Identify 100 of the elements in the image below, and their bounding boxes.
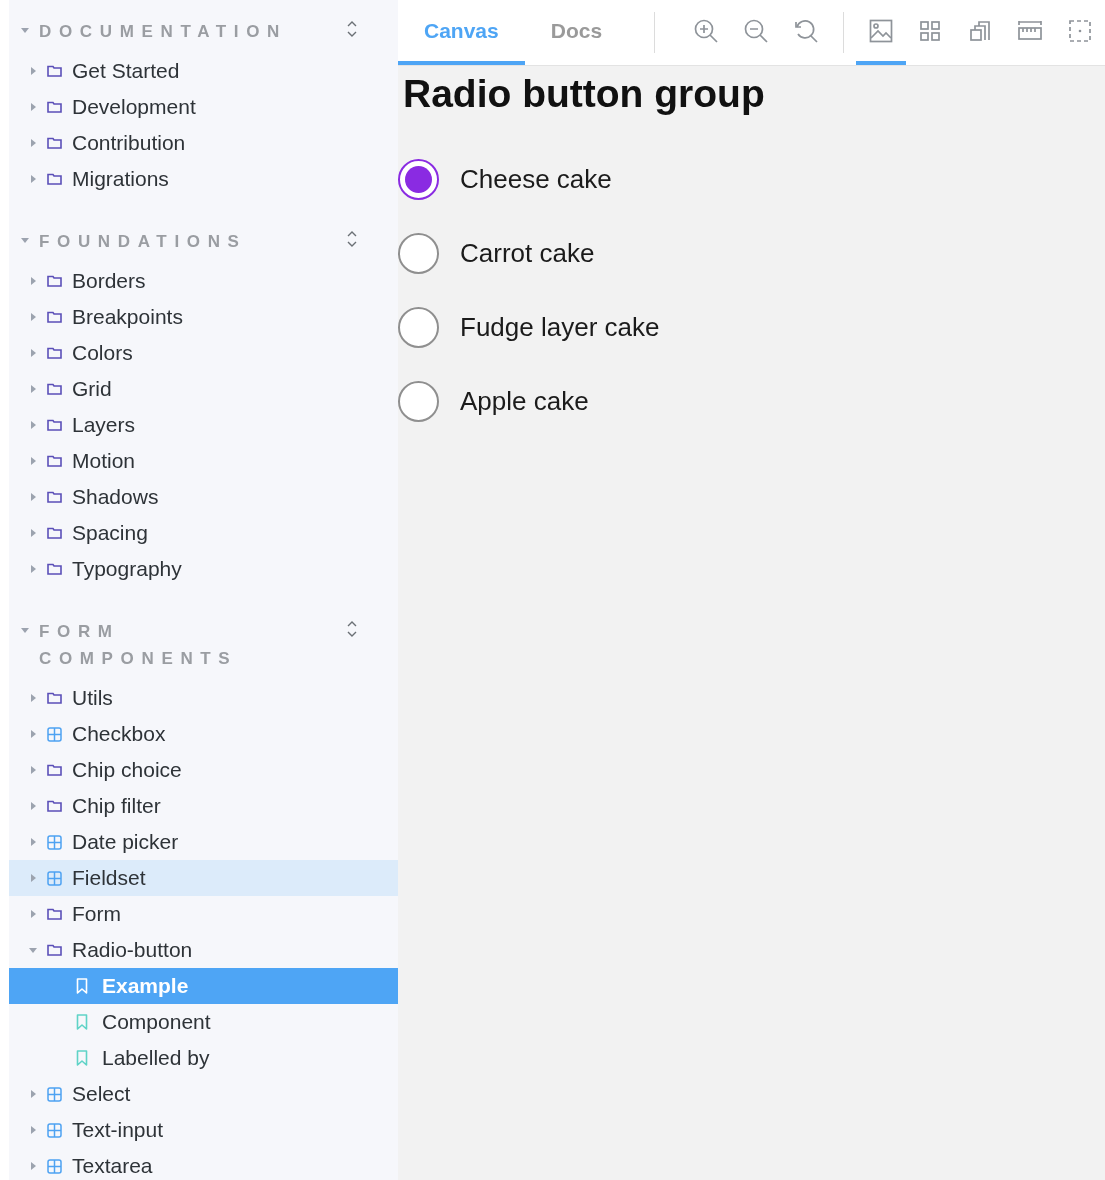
- image-icon: [868, 18, 893, 43]
- caret-right-icon: [29, 421, 37, 429]
- tree-item-label: Date picker: [72, 829, 179, 856]
- caret-down-icon: [21, 236, 29, 244]
- tree-item-label: Chip choice: [72, 757, 182, 784]
- folder-icon: [47, 419, 62, 431]
- tree-item-label: Motion: [72, 448, 136, 475]
- tree-item-label: Colors: [72, 340, 133, 367]
- folder-icon: [47, 527, 62, 539]
- caret-right-icon: [29, 838, 37, 846]
- tree-item[interactable]: Migrations: [9, 161, 398, 197]
- caret-right-icon: [29, 457, 37, 465]
- caret-down-icon: [29, 946, 37, 954]
- caret-right-icon: [29, 493, 37, 501]
- tree-item-label: Migrations: [72, 166, 169, 193]
- caret-right-icon: [29, 349, 37, 357]
- tree-item-label: Layers: [72, 412, 136, 439]
- tree-item[interactable]: Textarea: [9, 1148, 398, 1180]
- tree-item[interactable]: Checkbox: [9, 716, 398, 752]
- radio-button[interactable]: [398, 381, 439, 422]
- caret-right-icon: [29, 1090, 37, 1098]
- grid-icon: [47, 1158, 62, 1174]
- folder-icon: [47, 347, 62, 359]
- story-label: Component: [102, 1009, 211, 1036]
- radio-button[interactable]: [398, 159, 439, 200]
- caret-right-icon: [29, 139, 37, 147]
- caret-right-icon: [29, 766, 37, 774]
- caret-right-icon: [29, 277, 37, 285]
- viewport-icon: [1068, 18, 1093, 43]
- folder-icon: [47, 908, 62, 920]
- tree-item[interactable]: Chip choice: [9, 752, 398, 788]
- tree-item[interactable]: Shadows: [9, 479, 398, 515]
- caret-right-icon: [29, 385, 37, 393]
- caret-right-icon: [29, 67, 37, 75]
- tree-item[interactable]: Spacing: [9, 515, 398, 551]
- caret-down-icon: [21, 26, 29, 34]
- folder-icon: [47, 383, 62, 395]
- expand-collapse-icon[interactable]: [346, 20, 358, 38]
- tree-item-label: Chip filter: [72, 793, 161, 820]
- tree-item[interactable]: Get Started: [9, 53, 398, 89]
- tree-item-label: Typography: [72, 556, 182, 583]
- tree-item[interactable]: Typography: [9, 551, 398, 587]
- tree-item[interactable]: Layers: [9, 407, 398, 443]
- folder-icon: [47, 65, 62, 77]
- folder-icon: [47, 800, 62, 812]
- grid-icon: [919, 19, 942, 42]
- tree-item-label: Radio-button: [72, 937, 193, 964]
- tree-item[interactable]: Development: [9, 89, 398, 125]
- ruler-icon: [1017, 19, 1044, 42]
- folder-icon: [47, 173, 62, 185]
- tree-item[interactable]: Utils: [9, 680, 398, 716]
- tree-item-label: Development: [72, 94, 196, 121]
- tree-item[interactable]: Grid: [9, 371, 398, 407]
- tree-item[interactable]: Chip filter: [9, 788, 398, 824]
- folder-icon: [47, 275, 62, 287]
- zoom-out-icon: [742, 17, 769, 44]
- tree-item[interactable]: Select: [9, 1076, 398, 1112]
- story-item[interactable]: Component: [9, 1004, 398, 1040]
- caret-right-icon: [29, 103, 37, 111]
- expand-collapse-icon[interactable]: [346, 230, 358, 248]
- caret-right-icon: [29, 874, 37, 882]
- radio-button[interactable]: [398, 307, 439, 348]
- caret-right-icon: [29, 175, 37, 183]
- zoom-in-icon: [693, 17, 719, 44]
- radio-label: Carrot cake: [460, 237, 595, 270]
- caret-right-icon: [29, 1162, 37, 1170]
- tree-item[interactable]: Borders: [9, 263, 398, 299]
- caret-right-icon: [29, 730, 37, 738]
- tree-item[interactable]: Breakpoints: [9, 299, 398, 335]
- bookmark-icon: [76, 1014, 88, 1030]
- tree-item-label: Grid: [72, 376, 112, 403]
- folder-icon: [47, 491, 62, 503]
- tree-item[interactable]: Motion: [9, 443, 398, 479]
- folder-icon: [47, 137, 62, 149]
- caret-right-icon: [29, 529, 37, 537]
- caret-down-icon: [21, 626, 29, 634]
- reset-zoom-icon: [792, 17, 819, 44]
- tree-item[interactable]: Text-input: [9, 1112, 398, 1148]
- outline-icon: [969, 19, 992, 42]
- radio-label: Apple cake: [460, 385, 589, 418]
- grid-icon: [47, 834, 62, 850]
- caret-right-icon: [29, 313, 37, 321]
- folder-icon: [47, 101, 62, 113]
- grid-icon: [47, 726, 62, 742]
- tree-item[interactable]: Fieldset: [9, 860, 398, 896]
- tree-item[interactable]: Colors: [9, 335, 398, 371]
- tree-item-label: Shadows: [72, 484, 159, 511]
- tree-item[interactable]: Form: [9, 896, 398, 932]
- tree-item[interactable]: Radio-button: [9, 932, 398, 968]
- tree-item[interactable]: Date picker: [9, 824, 398, 860]
- folder-icon: [47, 311, 62, 323]
- radio-button[interactable]: [398, 233, 439, 274]
- story-item[interactable]: Labelled by: [9, 1040, 398, 1076]
- expand-collapse-icon[interactable]: [346, 620, 358, 638]
- tree-item-label: Spacing: [72, 520, 148, 547]
- tree-item-label: Borders: [72, 268, 146, 295]
- radio-label: Fudge layer cake: [460, 311, 660, 344]
- story-label: Example: [102, 973, 189, 1000]
- section-title: FOUNDATIONS: [39, 231, 248, 253]
- tree-item[interactable]: Contribution: [9, 125, 398, 161]
